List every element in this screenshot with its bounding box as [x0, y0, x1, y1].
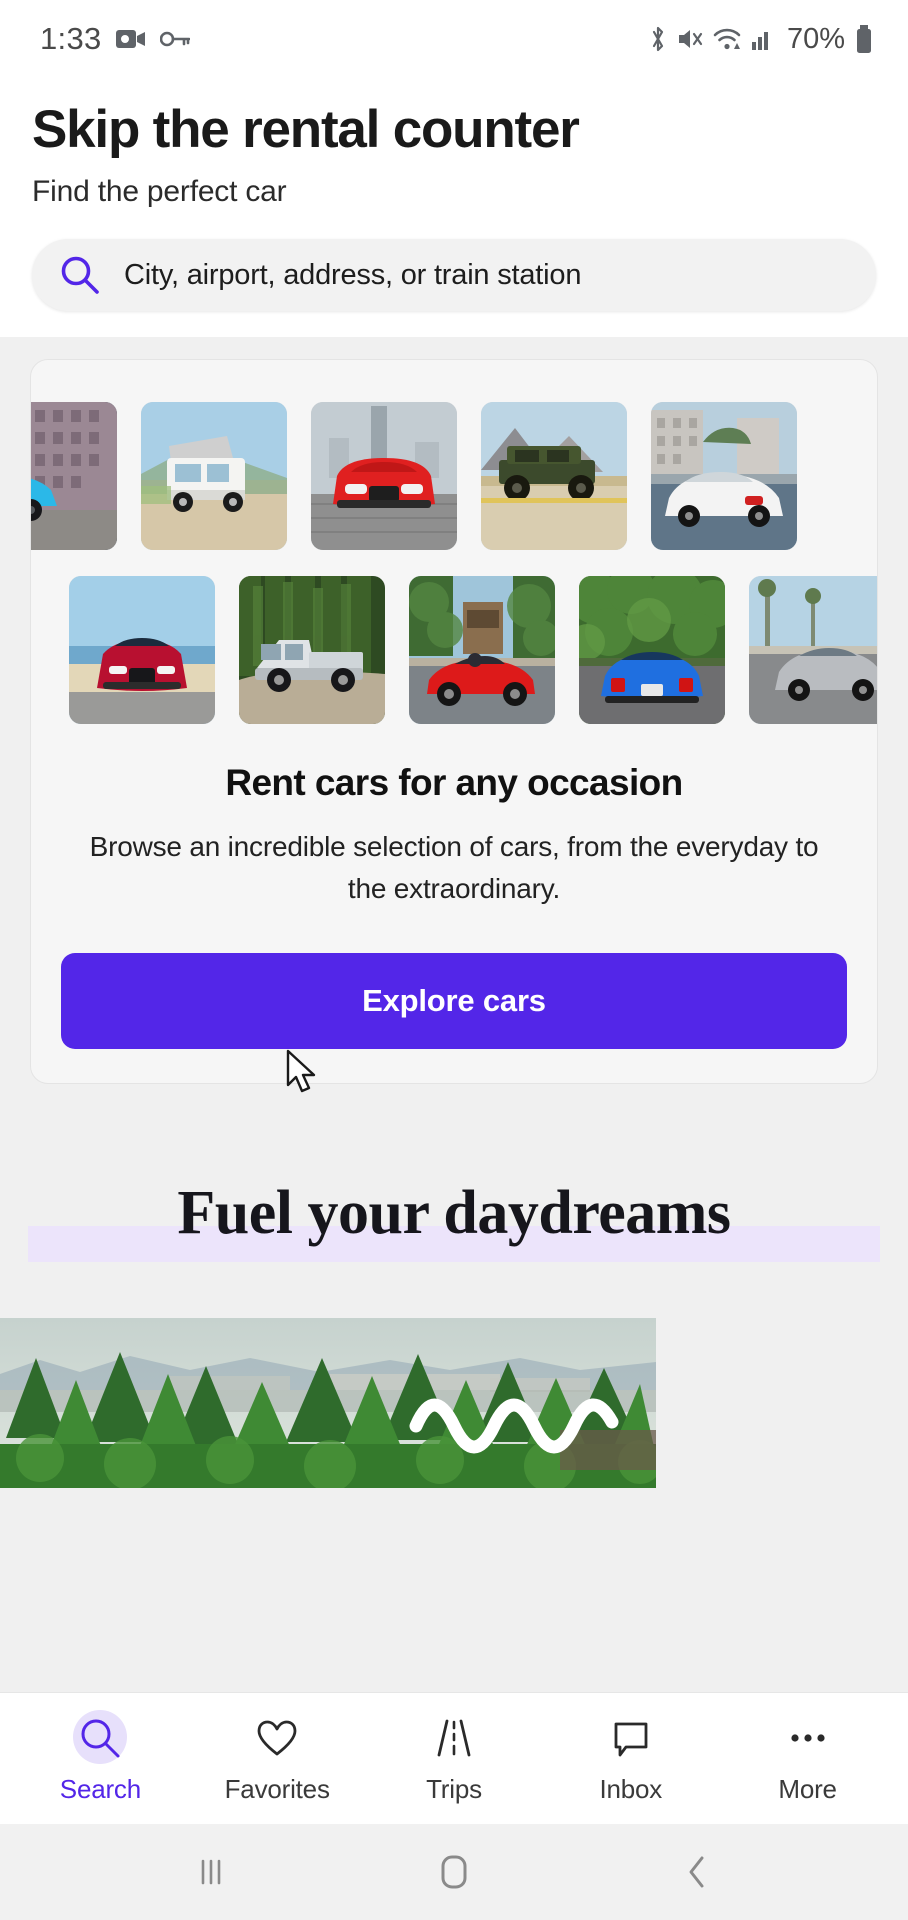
white-compact-car-image[interactable] [651, 402, 797, 551]
road-icon [431, 1712, 477, 1764]
red-suv-front-image[interactable] [311, 402, 457, 551]
page-subtitle: Find the perfect car [32, 175, 287, 209]
search-placeholder: City, airport, address, or train station [124, 258, 582, 291]
tab-more[interactable]: More [728, 1712, 888, 1805]
search-input[interactable]: City, airport, address, or train station [32, 239, 876, 312]
hero-header: Skip the rental counter Find the perfect… [0, 78, 908, 338]
home-icon[interactable] [394, 1824, 514, 1920]
key-icon [159, 30, 190, 48]
search-icon [73, 1710, 128, 1764]
promo-description: Browse an incredible selection of cars, … [89, 831, 819, 904]
recents-icon[interactable] [151, 1824, 271, 1920]
android-system-nav [0, 1824, 908, 1920]
bottom-tabbar: Search Favorites Trips Inbox More [0, 1692, 908, 1824]
tab-label-inbox: Inbox [599, 1774, 663, 1804]
promo-card: Rent cars for any occasion Browse an inc… [30, 359, 878, 1085]
white-camper-van-image[interactable] [141, 402, 287, 551]
heart-icon [254, 1712, 300, 1764]
car-image-gallery [31, 360, 877, 725]
video-camera-icon [115, 28, 146, 50]
main-content: Rent cars for any occasion Browse an inc… [0, 337, 908, 1692]
green-offroad-jeep-image[interactable] [481, 402, 627, 551]
search-icon [58, 253, 102, 297]
red-roadster-image[interactable] [409, 576, 555, 725]
bluetooth-icon [648, 25, 668, 53]
chat-bubble-icon [608, 1712, 654, 1764]
phone-screen: 1:33 70% Skip the rental counter Find th… [0, 0, 908, 1920]
forest-skyline-photo[interactable] [0, 1318, 656, 1489]
tab-favorites[interactable]: Favorites [197, 1712, 357, 1805]
tab-label-trips: Trips [426, 1774, 482, 1804]
tab-search[interactable]: Search [20, 1710, 180, 1805]
status-bar-left: 1:33 [40, 21, 190, 57]
gallery-row-1 [31, 402, 877, 551]
tab-label-favorites: Favorites [224, 1774, 330, 1804]
daydream-title: Fuel your daydreams [177, 1179, 731, 1248]
daydream-section: Fuel your daydreams [0, 1152, 908, 1263]
gallery-row-2 [69, 576, 877, 725]
red-convertible-beach-image[interactable] [69, 576, 215, 725]
ellipsis-icon [785, 1712, 831, 1764]
page-title: Skip the rental counter [32, 100, 580, 159]
tab-label-search: Search [59, 1774, 141, 1804]
tab-label-more: More [778, 1774, 837, 1804]
status-time: 1:33 [40, 21, 102, 56]
mute-icon [677, 26, 703, 52]
status-bar-right: 70% [648, 23, 874, 56]
wifi-icon [712, 26, 742, 52]
battery-percent: 70% [786, 22, 845, 55]
back-icon[interactable] [637, 1824, 757, 1920]
battery-icon [854, 24, 874, 54]
blue-hatchback-city-image[interactable] [31, 402, 117, 551]
silver-pickup-truck-image[interactable] [239, 576, 385, 725]
tab-inbox[interactable]: Inbox [551, 1712, 711, 1805]
gray-car-coastal-image[interactable] [749, 576, 877, 725]
cellular-signal-icon [751, 27, 775, 51]
search-wrapper: City, airport, address, or train station [32, 209, 876, 337]
explore-cars-button[interactable]: Explore cars [61, 953, 847, 1050]
promo-heading: Rent cars for any occasion [225, 762, 683, 804]
tab-trips[interactable]: Trips [374, 1712, 534, 1805]
blue-mustang-rear-image[interactable] [579, 576, 725, 725]
status-bar: 1:33 70% [0, 0, 908, 78]
